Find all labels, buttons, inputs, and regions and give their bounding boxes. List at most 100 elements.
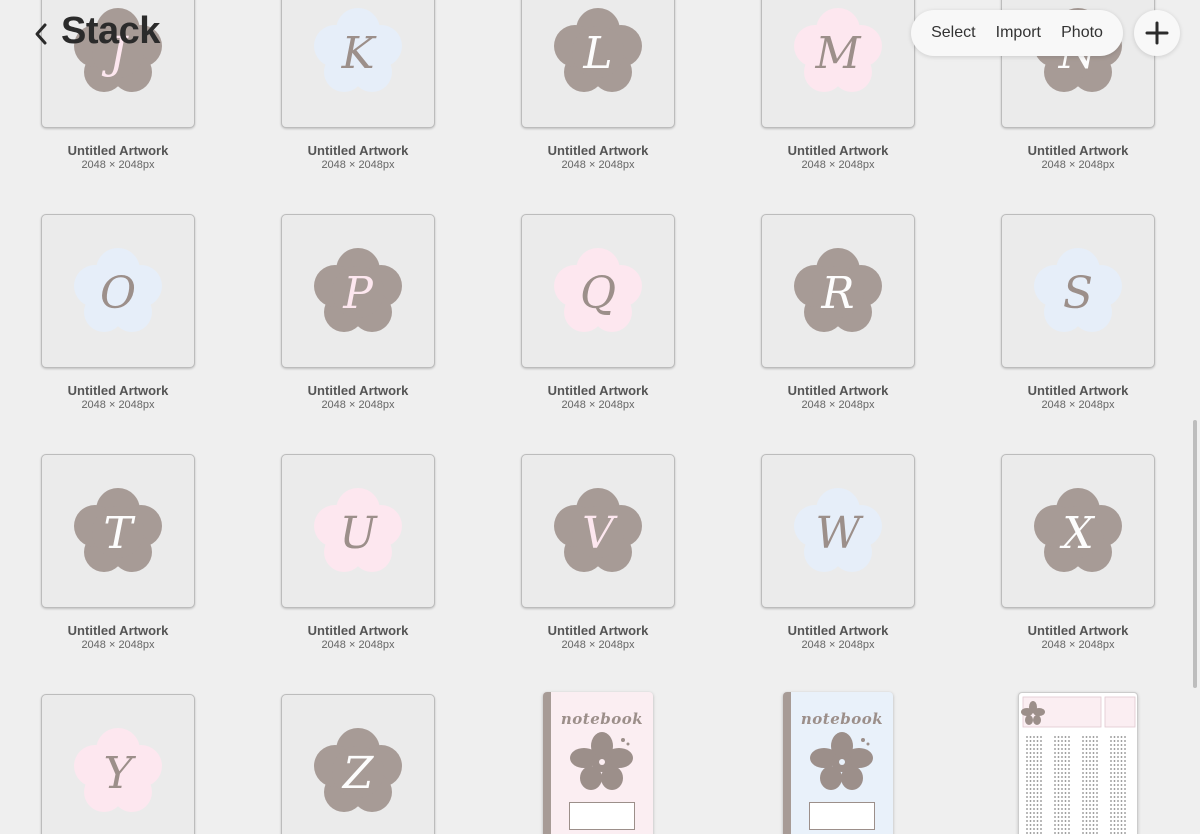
flower-icon: T xyxy=(74,488,162,572)
artwork-letter: M xyxy=(814,28,861,79)
flower-icon: Y xyxy=(74,728,162,812)
artwork-caption: Untitled Artwork 2048 × 2048px xyxy=(508,383,688,411)
notebook-thumbnail-blue[interactable]: notebook xyxy=(783,692,893,834)
notebook-cover-title: notebook xyxy=(560,710,644,728)
artwork-name: Untitled Artwork xyxy=(307,383,409,398)
artwork-letter: W xyxy=(815,508,864,559)
notebook-spine xyxy=(543,692,551,834)
artwork-thumbnail[interactable]: R xyxy=(761,214,915,368)
artwork-letter: L xyxy=(582,28,612,79)
artwork-name: Untitled Artwork xyxy=(67,143,169,158)
artwork-dimensions: 2048 × 2048px xyxy=(561,159,635,171)
flower-icon: S xyxy=(1034,248,1122,332)
artwork-letter: K xyxy=(341,28,377,79)
flower-icon: Z xyxy=(314,728,402,812)
artwork-caption: Untitled Artwork 2048 × 2048px xyxy=(988,143,1168,171)
artwork-caption: Untitled Artwork 2048 × 2048px xyxy=(28,623,208,651)
artwork-thumbnail[interactable]: U xyxy=(281,454,435,608)
artwork-letter: O xyxy=(100,268,136,319)
flower-icon: V xyxy=(554,488,642,572)
artwork-dimensions: 2048 × 2048px xyxy=(81,399,155,411)
flower-icon: Q xyxy=(554,248,642,332)
artwork-caption: Untitled Artwork 2048 × 2048px xyxy=(748,143,928,171)
flower-icon: L xyxy=(554,8,642,92)
artwork-thumbnail[interactable]: P xyxy=(281,214,435,368)
artwork-name: Untitled Artwork xyxy=(547,623,649,638)
artwork-thumbnail[interactable]: V xyxy=(521,454,675,608)
artwork-letter: X xyxy=(1059,508,1095,559)
artwork-thumbnail[interactable]: Z xyxy=(281,694,435,834)
hibiscus-icon xyxy=(810,732,873,790)
artwork-name: Untitled Artwork xyxy=(67,383,169,398)
artwork-letter: Q xyxy=(580,268,616,319)
back-button[interactable] xyxy=(26,14,56,54)
artwork-name: Untitled Artwork xyxy=(1027,623,1129,638)
page-title: Stack xyxy=(61,10,160,52)
planner-thumbnail[interactable] xyxy=(1018,692,1138,834)
flower-icon: W xyxy=(794,488,882,572)
artwork-caption: Untitled Artwork 2048 × 2048px xyxy=(268,383,448,411)
flower-icon: P xyxy=(314,248,402,332)
artwork-caption: Untitled Artwork 2048 × 2048px xyxy=(748,383,928,411)
artwork-caption: Untitled Artwork 2048 × 2048px xyxy=(508,143,688,171)
artwork-name: Untitled Artwork xyxy=(547,143,649,158)
artwork-name: Untitled Artwork xyxy=(1027,383,1129,398)
artwork-caption: Untitled Artwork 2048 × 2048px xyxy=(268,143,448,171)
notebook-thumbnail-pink[interactable]: notebook xyxy=(543,692,653,834)
artwork-dimensions: 2048 × 2048px xyxy=(1041,159,1115,171)
notebook-label-box xyxy=(569,802,635,830)
artwork-dimensions: 2048 × 2048px xyxy=(321,639,395,651)
artwork-thumbnail[interactable]: M xyxy=(761,0,915,128)
artwork-thumbnail[interactable]: Y xyxy=(41,694,195,834)
artwork-dimensions: 2048 × 2048px xyxy=(801,399,875,411)
artwork-caption: Untitled Artwork 2048 × 2048px xyxy=(508,623,688,651)
notebook-cover-title: notebook xyxy=(800,710,884,728)
artwork-dimensions: 2048 × 2048px xyxy=(81,639,155,651)
artwork-letter: T xyxy=(103,508,136,559)
artwork-name: Untitled Artwork xyxy=(787,143,889,158)
artwork-letter: S xyxy=(1063,268,1093,319)
notebook-spine xyxy=(783,692,791,834)
import-button[interactable]: Import xyxy=(996,24,1041,42)
artwork-thumbnail[interactable]: T xyxy=(41,454,195,608)
flower-icon: U xyxy=(314,488,402,572)
photo-button[interactable]: Photo xyxy=(1061,24,1103,42)
artwork-dimensions: 2048 × 2048px xyxy=(801,639,875,651)
artwork-thumbnail[interactable]: X xyxy=(1001,454,1155,608)
artwork-dimensions: 2048 × 2048px xyxy=(1041,399,1115,411)
planner-page-icon xyxy=(1021,696,1136,834)
artwork-caption: Untitled Artwork 2048 × 2048px xyxy=(268,623,448,651)
artwork-name: Untitled Artwork xyxy=(67,623,169,638)
artwork-thumbnail[interactable]: S xyxy=(1001,214,1155,368)
artwork-thumbnail[interactable]: Q xyxy=(521,214,675,368)
artwork-name: Untitled Artwork xyxy=(787,383,889,398)
chevron-left-icon xyxy=(35,23,47,45)
artwork-dimensions: 2048 × 2048px xyxy=(1041,639,1115,651)
artwork-grid: notebook notebook J Untitled Artwork 204… xyxy=(0,0,1200,834)
artwork-dimensions: 2048 × 2048px xyxy=(561,639,635,651)
artwork-letter: Z xyxy=(341,748,375,799)
artwork-thumbnail[interactable]: L xyxy=(521,0,675,128)
artwork-dimensions: 2048 × 2048px xyxy=(321,159,395,171)
artwork-thumbnail[interactable]: O xyxy=(41,214,195,368)
artwork-dimensions: 2048 × 2048px xyxy=(321,399,395,411)
artwork-name: Untitled Artwork xyxy=(307,143,409,158)
notebook-label-box xyxy=(809,802,875,830)
artwork-letter: P xyxy=(342,268,374,319)
artwork-letter: V xyxy=(582,508,618,559)
scroll-indicator[interactable] xyxy=(1193,420,1197,688)
add-button[interactable] xyxy=(1134,10,1180,56)
artwork-name: Untitled Artwork xyxy=(307,623,409,638)
artwork-letter: R xyxy=(820,268,854,319)
flower-icon: M xyxy=(794,8,882,92)
flower-icon: R xyxy=(794,248,882,332)
artwork-dimensions: 2048 × 2048px xyxy=(801,159,875,171)
plus-icon xyxy=(1145,21,1169,45)
artwork-caption: Untitled Artwork 2048 × 2048px xyxy=(28,383,208,411)
artwork-thumbnail[interactable]: K xyxy=(281,0,435,128)
artwork-name: Untitled Artwork xyxy=(1027,143,1129,158)
artwork-thumbnail[interactable]: W xyxy=(761,454,915,608)
flower-icon: K xyxy=(314,8,402,92)
artwork-name: Untitled Artwork xyxy=(787,623,889,638)
select-button[interactable]: Select xyxy=(931,24,975,42)
